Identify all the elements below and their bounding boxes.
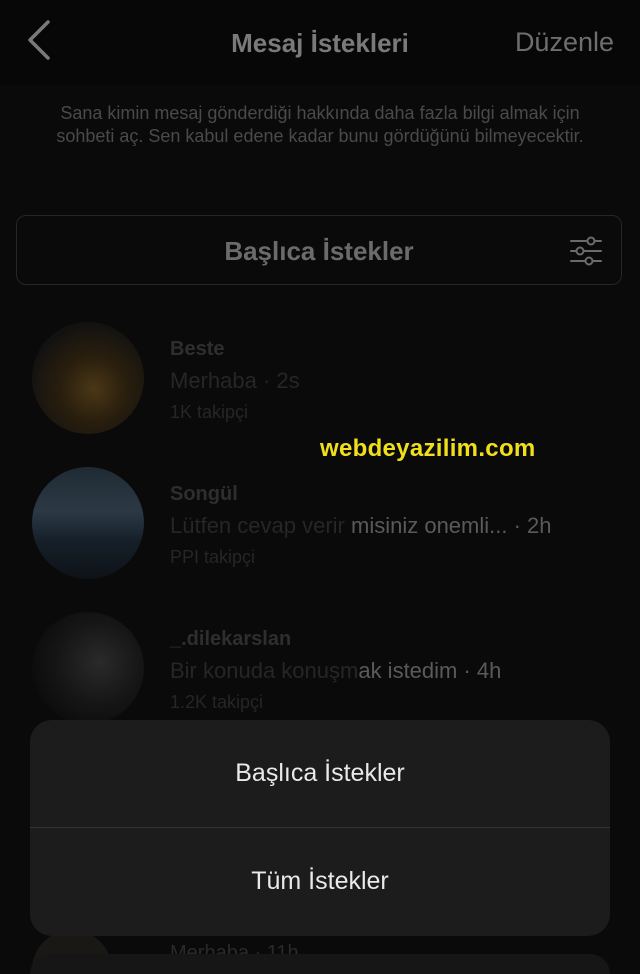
request-meta: PPI takipçi — [170, 547, 256, 567]
info-text: Sana kimin mesaj gönderdiği hakkında dah… — [56, 103, 584, 146]
filter-button[interactable]: Başlıca İstekler — [16, 215, 622, 285]
edit-button[interactable]: Düzenle — [515, 27, 614, 58]
avatar — [32, 467, 144, 579]
request-meta: 1.2K takipçi — [170, 692, 264, 712]
request-name: Beste — [170, 338, 225, 360]
watermark-text: webdeyazilim.com — [320, 435, 536, 462]
request-row[interactable]: Songül Lütfen cevap verir misiniz onemli… — [0, 467, 640, 607]
request-name: _.dilekarslan — [170, 628, 292, 650]
option-top-requests[interactable]: Başlıca İstekler — [30, 720, 610, 827]
avatar — [32, 322, 144, 434]
request-message: Bir konuda konuşmak istedim · 4h — [170, 658, 502, 683]
request-message: Lütfen cevap verir misiniz onemli... · 2… — [170, 513, 552, 538]
request-message: Merhaba · 2s — [170, 368, 300, 393]
option-all-requests[interactable]: Tüm İstekler — [30, 828, 610, 935]
sliders-icon[interactable] — [569, 234, 603, 268]
request-meta: 1K takipçi — [170, 402, 249, 422]
action-sheet: Başlıca İstekler Tüm İstekler — [30, 720, 610, 936]
request-name: Songül — [170, 483, 238, 505]
nav-bar: Mesaj İstekleri Düzenle — [0, 0, 640, 86]
avatar — [32, 612, 144, 724]
filter-label: Başlıca İstekler — [224, 236, 414, 266]
cancel-sheet-edge — [30, 954, 610, 974]
